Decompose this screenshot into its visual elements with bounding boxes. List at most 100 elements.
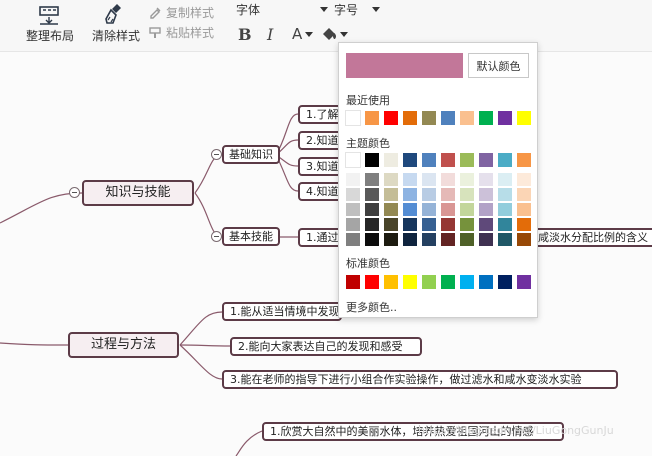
sub-node-basic-skill[interactable]: 基本技能 [222,227,280,246]
color-swatch[interactable] [365,203,379,216]
color-swatch[interactable] [365,233,379,246]
collapse-toggle[interactable] [211,231,222,242]
color-swatch[interactable] [403,188,417,201]
color-swatch[interactable] [479,173,493,186]
bold-button[interactable]: B [238,24,252,44]
color-swatch[interactable] [441,111,455,125]
color-swatch[interactable] [441,203,455,216]
color-swatch[interactable] [517,173,531,186]
main-node-process[interactable]: 过程与方法 [68,332,179,358]
color-swatch[interactable] [422,153,436,167]
color-swatch[interactable] [479,153,493,167]
color-swatch[interactable] [517,275,531,289]
color-swatch[interactable] [422,111,436,125]
color-swatch[interactable] [479,188,493,201]
color-swatch[interactable] [460,275,474,289]
color-swatch[interactable] [384,218,398,231]
color-swatch[interactable] [403,218,417,231]
color-swatch[interactable] [346,173,360,186]
color-swatch[interactable] [517,233,531,246]
clear-style-button[interactable]: 清除样式 [90,0,142,44]
color-swatch[interactable] [460,173,474,186]
color-swatch[interactable] [498,233,512,246]
color-swatch[interactable] [365,218,379,231]
font-color-button[interactable]: A [292,24,314,44]
color-swatch[interactable] [479,203,493,216]
color-swatch[interactable] [441,275,455,289]
color-swatch[interactable] [441,218,455,231]
mindmap-canvas[interactable]: 知识与技能 基础知识 基本技能 1.了解 2.知道 3.知道 4.知道 1.通过… [0,53,652,456]
color-swatch[interactable] [498,203,512,216]
font-family-select[interactable]: 字体 [236,0,328,18]
leaf-node[interactable]: 3.能在老师的指导下进行小组合作实验操作，做过滤水和咸水变淡水实验 [222,370,618,389]
color-swatch[interactable] [460,111,474,125]
color-swatch[interactable] [422,275,436,289]
color-swatch[interactable] [365,275,379,289]
color-swatch[interactable] [403,203,417,216]
color-swatch[interactable] [346,233,360,246]
color-swatch[interactable] [365,173,379,186]
copy-style-button[interactable]: 复制样式 [148,4,214,21]
font-size-select[interactable]: 字号 [334,0,380,18]
color-swatch[interactable] [345,110,361,126]
color-swatch[interactable] [346,275,360,289]
sub-node-basic-knowledge[interactable]: 基础知识 [222,145,280,164]
color-swatch[interactable] [365,188,379,201]
color-swatch[interactable] [460,203,474,216]
color-swatch[interactable] [517,218,531,231]
background-color-button[interactable] [320,24,348,44]
leaf-node-continued[interactable]: 咸淡水分配比例的含义 [530,228,652,247]
color-swatch[interactable] [346,218,360,231]
color-swatch[interactable] [422,203,436,216]
color-swatch[interactable] [384,233,398,246]
color-swatch[interactable] [441,233,455,246]
color-swatch[interactable] [403,153,417,167]
more-colors-link[interactable]: 更多颜色.. [346,299,397,315]
color-swatch[interactable] [479,218,493,231]
color-swatch[interactable] [422,233,436,246]
color-swatch[interactable] [498,173,512,186]
color-swatch[interactable] [517,203,531,216]
color-swatch[interactable] [384,153,398,167]
color-swatch[interactable] [479,111,493,125]
color-swatch[interactable] [479,233,493,246]
color-swatch[interactable] [403,233,417,246]
main-node-knowledge[interactable]: 知识与技能 [82,180,194,206]
color-swatch[interactable] [517,153,531,167]
collapse-toggle[interactable] [69,187,80,198]
color-swatch[interactable] [460,218,474,231]
italic-button[interactable]: I [267,24,273,44]
color-swatch[interactable] [517,111,531,125]
color-swatch[interactable] [365,153,379,167]
color-swatch[interactable] [498,111,512,125]
color-swatch[interactable] [384,111,398,125]
color-swatch[interactable] [460,233,474,246]
color-swatch[interactable] [498,153,512,167]
color-swatch[interactable] [365,111,379,125]
color-swatch[interactable] [498,218,512,231]
color-swatch[interactable] [498,188,512,201]
color-swatch[interactable] [403,111,417,125]
color-swatch[interactable] [441,153,455,167]
leaf-node[interactable]: 2.能向大家表达自己的发现和感受 [230,337,422,356]
color-swatch[interactable] [345,152,361,168]
collapse-toggle[interactable] [211,149,222,160]
default-color-button[interactable]: 默认颜色 [468,53,529,78]
color-swatch[interactable] [384,275,398,289]
color-swatch[interactable] [422,188,436,201]
color-swatch[interactable] [403,275,417,289]
color-swatch[interactable] [460,188,474,201]
color-swatch[interactable] [498,275,512,289]
paste-style-button[interactable]: 粘贴样式 [148,24,214,41]
arrange-layout-button[interactable]: 整理布局 [24,0,76,44]
color-swatch[interactable] [422,173,436,186]
color-swatch[interactable] [441,173,455,186]
color-swatch[interactable] [479,275,493,289]
color-swatch[interactable] [346,188,360,201]
color-swatch[interactable] [441,188,455,201]
color-swatch[interactable] [517,188,531,201]
color-swatch[interactable] [403,173,417,186]
color-swatch[interactable] [346,203,360,216]
leaf-node[interactable]: 1.能从适当情境中发现 [222,302,342,321]
color-swatch[interactable] [384,203,398,216]
